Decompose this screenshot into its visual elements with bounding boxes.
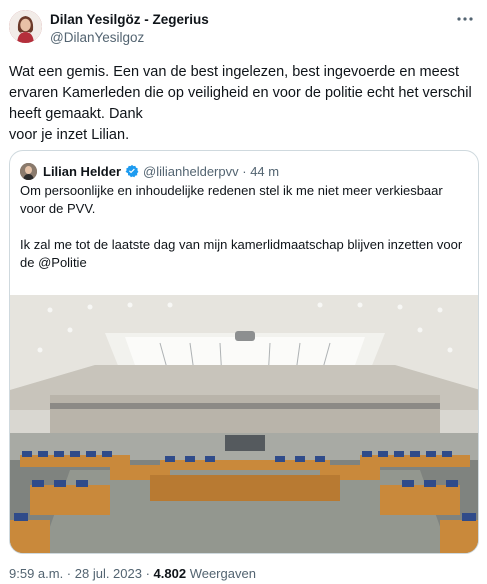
quoted-text: Om persoonlijke en inhoudelijke redenen … bbox=[20, 183, 463, 270]
tweet-header: Dilan Yesilgöz - Zegerius @DilanYesilgoz bbox=[9, 10, 479, 48]
quoted-avatar[interactable] bbox=[20, 162, 37, 180]
quoted-handle[interactable]: @lilianhelderpvv bbox=[143, 164, 239, 179]
quoted-tweet[interactable]: Lilian Helder @lilianhelderpvv · 44 m Om… bbox=[9, 150, 479, 554]
quoted-time[interactable]: 44 m bbox=[250, 164, 279, 179]
tweet-timestamp[interactable]: 9:59 a.m. · 28 jul. 2023 · bbox=[9, 566, 154, 581]
verified-badge-icon bbox=[125, 164, 139, 178]
quoted-photo-plenary-hall[interactable] bbox=[10, 295, 479, 554]
author-display-name[interactable]: Dilan Yesilgöz - Zegerius bbox=[50, 11, 209, 29]
quoted-separator: · bbox=[242, 163, 247, 179]
views-label: Weergaven bbox=[186, 566, 256, 581]
author-avatar[interactable] bbox=[9, 10, 42, 43]
author-info: Dilan Yesilgöz - Zegerius @DilanYesilgoz bbox=[50, 11, 209, 47]
tweet-footer: 9:59 a.m. · 28 jul. 2023 · 4.802 Weergav… bbox=[9, 566, 256, 582]
quoted-header: Lilian Helder @lilianhelderpvv · 44 m bbox=[20, 161, 279, 181]
views-count: 4.802 bbox=[153, 566, 187, 581]
author-handle[interactable]: @DilanYesilgoz bbox=[50, 29, 209, 47]
tweet-text: Wat een gemis. Een van de best ingelezen… bbox=[9, 64, 472, 143]
quoted-display-name[interactable]: Lilian Helder bbox=[43, 164, 121, 179]
more-icon[interactable] bbox=[455, 10, 475, 28]
